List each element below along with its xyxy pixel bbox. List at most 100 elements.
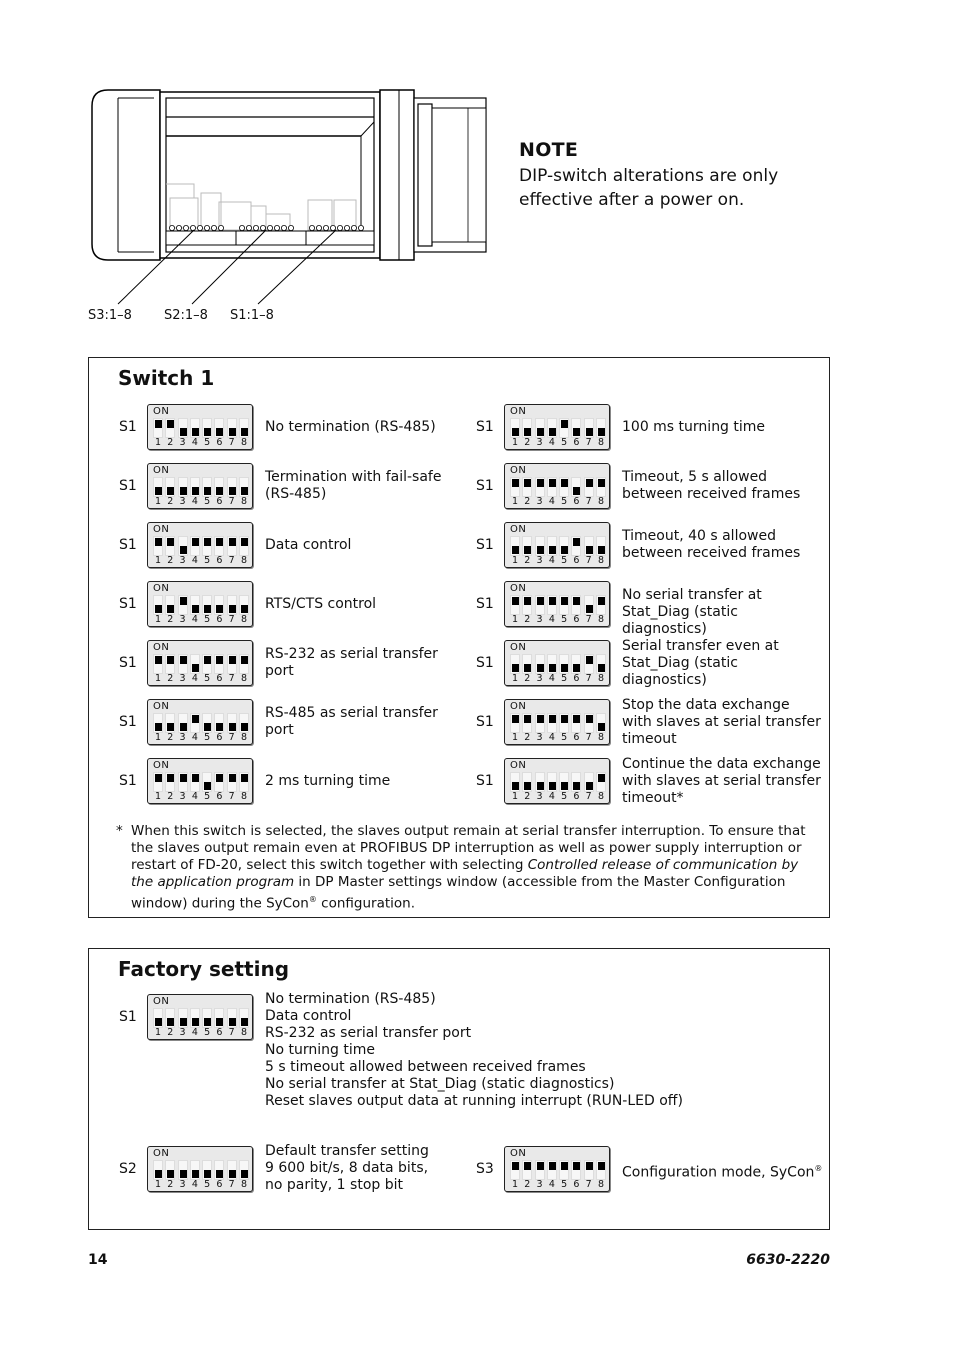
dip-switch: ON 1 2 3 4 5 6 7 8 <box>504 640 610 686</box>
dip-number: 2 <box>167 791 174 802</box>
dip-slot-1 <box>510 772 520 792</box>
setting-line: Data control <box>265 1008 352 1024</box>
dip-number: 1 <box>511 555 519 566</box>
dip-slot-3 <box>177 477 188 497</box>
dip-slot-7 <box>226 595 237 615</box>
dip-number: 8 <box>240 437 247 448</box>
dip-knob-8-on <box>597 774 605 782</box>
dip-number: 7 <box>228 732 235 743</box>
dip-number: 7 <box>228 791 235 802</box>
dip-knob-3-off <box>179 546 187 554</box>
dip-knob-1-on <box>155 774 162 782</box>
dip-slot-3 <box>534 477 545 497</box>
callout-lines <box>117 229 337 305</box>
on-label: ON <box>153 760 170 771</box>
dip-slots <box>153 654 249 674</box>
dip-knob-6-off <box>216 428 224 436</box>
dip-slot-2 <box>522 595 533 615</box>
on-label: ON <box>510 1148 527 1159</box>
s3-desc-text: Configuration mode, SyCon <box>622 1164 815 1181</box>
dip-knob-1-off <box>512 428 519 436</box>
dip-slot-6 <box>214 536 225 556</box>
switch1-section: Switch 1 S1 ON 1 2 3 4 5 6 7 8 No termination (RS-… <box>88 357 830 918</box>
dip-slot-1 <box>510 713 520 733</box>
dip-number: 8 <box>597 732 604 743</box>
on-label: ON <box>510 760 527 771</box>
dip-switch: ON 1 2 3 4 5 6 7 8 <box>147 640 253 686</box>
dip-knob-8-off <box>597 546 605 554</box>
dip-knob-7-off <box>585 782 593 790</box>
setting-description: Stop the data exchange with slaves at se… <box>622 696 821 747</box>
dip-knob-3-off <box>536 546 544 554</box>
setting-description: Serial transfer even at Stat_Diag (stati… <box>622 637 779 688</box>
dip-knob-3-on <box>179 597 187 605</box>
on-label: ON <box>153 996 170 1007</box>
dip-number: 3 <box>179 555 186 566</box>
dip-knob-5-off <box>204 723 212 731</box>
dip-knob-7-on <box>585 479 593 487</box>
dip-number: 5 <box>204 732 211 743</box>
switch-label: S2 <box>119 1161 137 1177</box>
dip-number: 4 <box>548 555 555 566</box>
dip-slot-1 <box>510 595 520 615</box>
dip-knob-1-on <box>512 479 519 487</box>
dip-number: 4 <box>548 673 555 684</box>
dip-knob-4-on <box>191 774 199 782</box>
dip-number: 1 <box>154 1027 162 1038</box>
dip-knob-2-off <box>167 1018 175 1026</box>
on-label: ON <box>153 701 170 712</box>
dip-knob-4-on <box>548 1162 556 1170</box>
dip-knob-4-off <box>548 428 556 436</box>
dip-number: 8 <box>240 732 247 743</box>
dip-number: 1 <box>511 673 519 684</box>
dip-knob-7-on <box>585 1162 593 1170</box>
dip-knob-1-off <box>155 1170 162 1178</box>
dip-knob-3-on <box>536 715 544 723</box>
dip-knob-2-off <box>167 1170 175 1178</box>
dip-knob-4-off <box>191 428 199 436</box>
dip-knob-8-off <box>240 1170 248 1178</box>
dip-slot-8 <box>595 713 606 733</box>
dip-number: 8 <box>597 614 604 625</box>
dip-slot-2 <box>165 477 176 497</box>
dip-knob-8-off <box>240 428 248 436</box>
dip-slots <box>510 418 606 438</box>
dip-numbers: 12345678 <box>153 497 249 507</box>
setting-line: No turning time <box>265 1042 375 1058</box>
dip-knob-1-off <box>155 605 162 613</box>
dip-knob-3-off <box>536 428 544 436</box>
dip-knob-3-off <box>536 664 544 672</box>
dip-knob-7-off <box>228 428 236 436</box>
dip-knob-8-off <box>240 723 248 731</box>
dip-knob-6-on <box>573 538 581 546</box>
dip-number: 1 <box>154 1179 162 1190</box>
setting-line: No termination (RS-485) <box>265 991 436 1007</box>
dip-switch: ON 1 2 3 4 5 6 7 8 <box>147 522 253 568</box>
dip-slot-4 <box>189 1160 200 1180</box>
dip-number: 5 <box>204 1179 211 1190</box>
dip-number: 8 <box>240 555 247 566</box>
dip-slot-6 <box>571 1160 582 1180</box>
dip-number: 7 <box>585 1179 592 1190</box>
factory-setting-section: Factory setting S1 ON 1 2 3 4 5 6 7 8 No termina… <box>88 948 830 1230</box>
dip-number: 6 <box>216 1179 223 1190</box>
dip-knob-8-off <box>597 428 605 436</box>
dip-slot-1 <box>153 772 163 792</box>
dip-knob-7-off <box>585 605 593 613</box>
dip-number: 4 <box>548 1179 555 1190</box>
dip-number: 8 <box>597 496 604 507</box>
switch-label: S1 <box>119 419 137 435</box>
dip-knob-7-on <box>228 774 236 782</box>
dip-slot-8 <box>238 654 249 674</box>
dip-slot-6 <box>214 772 225 792</box>
label-s3: S3:1–8 <box>88 308 132 323</box>
dip-number: 3 <box>536 437 543 448</box>
dip-numbers: 12345678 <box>510 733 606 743</box>
dip-knob-1-off <box>155 487 162 495</box>
dip-slot-1 <box>510 477 520 497</box>
dip-knob-6-off <box>573 487 581 495</box>
dip-slots <box>510 713 606 733</box>
dip-numbers: 12345678 <box>510 674 606 684</box>
dip-slots <box>153 477 249 497</box>
dip-slot-1 <box>153 477 163 497</box>
